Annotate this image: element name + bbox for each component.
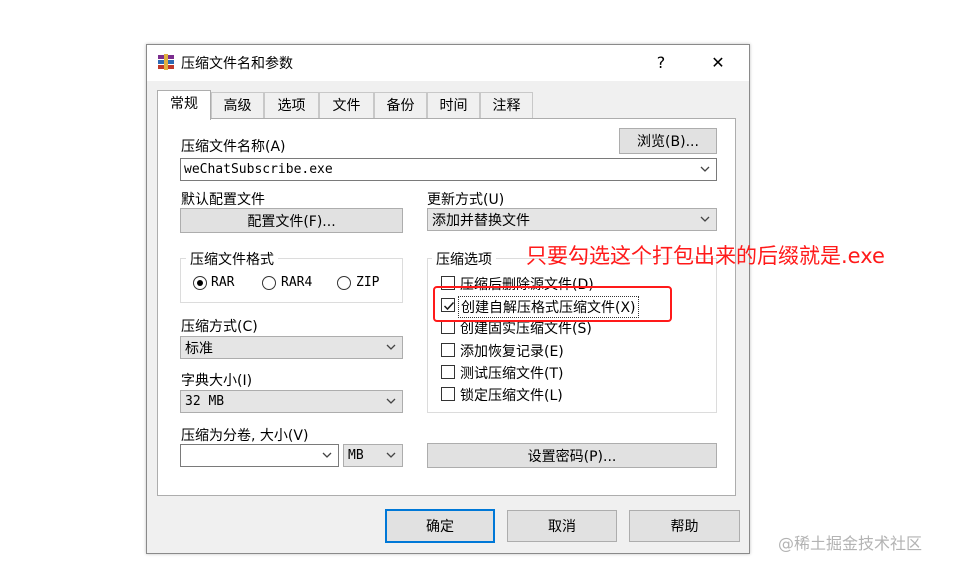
- tab-backup[interactable]: 备份: [374, 92, 427, 118]
- split-unit-value: MB: [348, 448, 364, 463]
- archive-name-label: 压缩文件名称(A): [181, 139, 286, 155]
- chevron-down-icon[interactable]: [699, 214, 711, 224]
- browse-button[interactable]: 浏览(B)...: [619, 128, 717, 154]
- tab-general[interactable]: 常规: [157, 90, 211, 120]
- chevron-down-icon[interactable]: [385, 342, 397, 352]
- watermark: @稀土掘金技术社区: [778, 534, 923, 553]
- dictionary-size-value: 32 MB: [185, 394, 225, 409]
- tab-options[interactable]: 选项: [264, 92, 319, 118]
- ok-button[interactable]: 确定: [385, 509, 495, 543]
- window-title: 压缩文件名和参数: [181, 56, 293, 72]
- radio-rar4[interactable]: [262, 276, 276, 290]
- checkbox-recovery-record-label[interactable]: 添加恢复记录(E): [460, 341, 564, 361]
- tab-comment[interactable]: 注释: [480, 92, 533, 118]
- dictionary-size-label: 字典大小(I): [181, 373, 253, 389]
- help-icon[interactable]: ?: [648, 50, 674, 76]
- split-volumes-label: 压缩为分卷, 大小(V): [181, 428, 309, 444]
- chevron-down-icon[interactable]: [699, 164, 711, 174]
- radio-rar-label[interactable]: RAR: [211, 275, 234, 290]
- winrar-app-icon: [158, 54, 174, 70]
- dictionary-size-select[interactable]: 32 MB: [180, 390, 403, 413]
- tab-advanced[interactable]: 高级: [211, 92, 264, 118]
- archive-format-title: 压缩文件格式: [186, 249, 278, 269]
- archive-name-combobox[interactable]: weChatSubscribe.exe: [180, 158, 717, 181]
- update-mode-select[interactable]: 添加并替换文件: [427, 208, 717, 231]
- split-volumes-combobox[interactable]: [180, 444, 339, 467]
- update-mode-label: 更新方式(U): [427, 192, 505, 208]
- chevron-down-icon[interactable]: [385, 396, 397, 406]
- compression-method-label: 压缩方式(C): [181, 319, 258, 335]
- compression-options-title: 压缩选项: [432, 249, 496, 269]
- cancel-button[interactable]: 取消: [507, 510, 617, 542]
- checkbox-lock-archive-label[interactable]: 锁定压缩文件(L): [460, 385, 563, 405]
- compression-method-value: 标准: [185, 340, 213, 357]
- checkbox-lock-archive[interactable]: [441, 387, 455, 401]
- checkbox-test-archive[interactable]: [441, 365, 455, 379]
- checkbox-test-archive-label[interactable]: 测试压缩文件(T): [460, 363, 563, 383]
- annotation-highlight-box: [433, 286, 672, 322]
- help-button[interactable]: 帮助: [629, 510, 740, 542]
- chevron-down-icon[interactable]: [321, 450, 333, 460]
- tab-files[interactable]: 文件: [319, 92, 374, 118]
- annotation-text: 只要勾选这个打包出来的后缀就是.exe: [526, 244, 885, 268]
- tab-time[interactable]: 时间: [427, 92, 480, 118]
- chevron-down-icon[interactable]: [385, 450, 397, 460]
- close-icon[interactable]: ✕: [705, 50, 731, 76]
- archive-name-value: weChatSubscribe.exe: [184, 162, 333, 177]
- checkbox-recovery-record[interactable]: [441, 343, 455, 357]
- update-mode-value: 添加并替换文件: [432, 212, 530, 229]
- profile-label: 默认配置文件: [181, 192, 265, 208]
- checkbox-solid-archive[interactable]: [441, 320, 455, 334]
- radio-rar[interactable]: [193, 276, 207, 290]
- radio-rar4-label[interactable]: RAR4: [281, 275, 312, 290]
- split-unit-select[interactable]: MB: [343, 444, 403, 467]
- set-password-button[interactable]: 设置密码(P)...: [427, 443, 717, 468]
- radio-zip-label[interactable]: ZIP: [356, 275, 379, 290]
- profile-button[interactable]: 配置文件(F)...: [180, 208, 403, 233]
- radio-zip[interactable]: [337, 276, 351, 290]
- compression-method-select[interactable]: 标准: [180, 336, 403, 359]
